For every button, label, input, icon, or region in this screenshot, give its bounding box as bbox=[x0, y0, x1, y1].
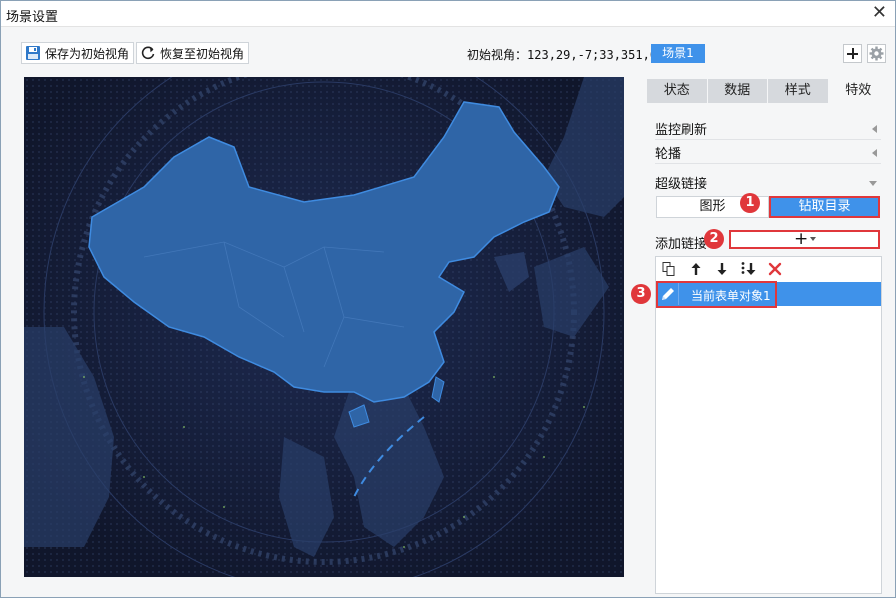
add-link-label: 添加链接 bbox=[655, 237, 708, 252]
callout-badge-3: 3 bbox=[631, 284, 651, 304]
arrow-down-icon[interactable] bbox=[714, 261, 730, 277]
save-icon bbox=[25, 45, 41, 61]
initial-view-value: 123,29,-7;33,351,0 bbox=[527, 48, 658, 62]
section-monitor-refresh-label: 监控刷新 bbox=[655, 123, 708, 138]
title-bar: 场景设置 ✕ bbox=[1, 1, 895, 27]
dialog-title: 场景设置 bbox=[6, 10, 59, 25]
gear-icon[interactable] bbox=[867, 44, 886, 63]
scene-tag[interactable]: 场景1 bbox=[651, 44, 705, 63]
china-map-graphic bbox=[24, 77, 624, 577]
section-carousel[interactable]: 轮播 bbox=[655, 143, 881, 163]
restore-initial-view-label: 恢复至初始视角 bbox=[160, 46, 245, 61]
initial-view-readout: 初始视角：123,29,-7;33,351,0 bbox=[467, 46, 657, 63]
toolbar: 保存为初始视角 恢复至初始视角 初始视角：123,29,-7;33,351,0 … bbox=[1, 27, 895, 77]
map-viewport[interactable] bbox=[24, 77, 624, 577]
plus-icon: + bbox=[794, 229, 809, 249]
callout-badge-1: 1 bbox=[740, 193, 760, 213]
list-item-highlight bbox=[656, 281, 777, 308]
delete-icon[interactable] bbox=[767, 261, 783, 277]
copy-icon[interactable] bbox=[661, 261, 677, 277]
tab-bar: 状态 数据 样式 特效 bbox=[647, 79, 889, 103]
section-hyperlink-label: 超级链接 bbox=[655, 177, 708, 192]
tab-style[interactable]: 样式 bbox=[768, 79, 829, 103]
section-carousel-label: 轮播 bbox=[655, 147, 682, 162]
link-list-toolbar bbox=[656, 257, 881, 281]
section-monitor-refresh[interactable]: 监控刷新 bbox=[655, 119, 881, 139]
close-icon[interactable]: ✕ bbox=[872, 4, 887, 22]
arrow-up-icon[interactable] bbox=[688, 261, 704, 277]
tab-effects[interactable]: 特效 bbox=[828, 79, 889, 103]
save-initial-view-button[interactable]: 保存为初始视角 bbox=[21, 42, 135, 64]
add-link-dropdown[interactable]: + bbox=[729, 229, 880, 249]
section-hyperlink[interactable]: 超级链接 bbox=[655, 173, 881, 193]
chevron-left-icon bbox=[872, 149, 877, 157]
initial-view-label: 初始视角： bbox=[467, 48, 528, 62]
link-list: 当前表单对象1 bbox=[655, 256, 882, 594]
scene-settings-dialog: 场景设置 ✕ 保存为初始视角 恢复至初始视角 初始视角：123,29,-7;33… bbox=[0, 0, 896, 598]
divider bbox=[655, 139, 881, 140]
move-bottom-icon[interactable] bbox=[740, 261, 756, 277]
restore-initial-view-button[interactable]: 恢复至初始视角 bbox=[136, 42, 250, 64]
chevron-left-icon bbox=[872, 125, 877, 133]
refresh-icon bbox=[140, 45, 156, 61]
save-initial-view-label: 保存为初始视角 bbox=[45, 46, 130, 61]
tab-status[interactable]: 状态 bbox=[647, 79, 708, 103]
tab-data[interactable]: 数据 bbox=[707, 79, 768, 103]
callout-badge-2: 2 bbox=[704, 229, 724, 249]
divider bbox=[655, 163, 881, 164]
chevron-down-icon bbox=[869, 181, 877, 186]
properties-panel: 状态 数据 样式 特效 监控刷新 轮播 超级链接 图形 钻取目录 1 添加链接 … bbox=[631, 79, 889, 595]
chevron-down-icon bbox=[810, 237, 816, 241]
mode-option-drill-directory[interactable]: 钻取目录 bbox=[769, 196, 880, 218]
plus-icon[interactable] bbox=[843, 44, 862, 63]
